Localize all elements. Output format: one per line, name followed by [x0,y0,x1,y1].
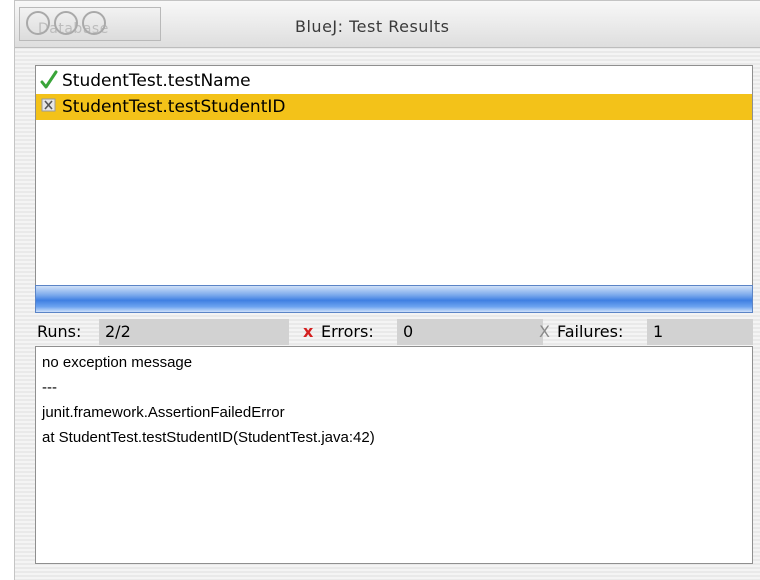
message-line: at StudentTest.testStudentID(StudentTest… [42,429,375,446]
test-row-testname[interactable]: StudentTest.testName [36,68,752,94]
errors-label: Errors: [321,322,374,341]
message-line: junit.framework.AssertionFailedError [42,404,285,421]
errors-count: 0 [403,322,414,341]
runs-label: Runs: [37,322,82,341]
failures-value: 1 [647,319,753,345]
test-name-label: StudentTest.testName [62,71,251,91]
close-icon[interactable] [26,11,50,35]
failure-x-icon [41,98,56,112]
errors-value: 0 [397,319,543,345]
test-name-label: StudentTest.testStudentID [62,97,286,117]
failures-count: 1 [653,322,664,341]
failure-icon: X [539,322,550,341]
test-list[interactable]: StudentTest.testName StudentTest.testStu… [35,65,753,313]
failure-message-pane[interactable]: no exception message --- junit.framework… [35,346,753,564]
title-bar[interactable]: Database BlueJ: Test Results [15,1,760,48]
window-title: BlueJ: Test Results [295,17,450,36]
minimize-icon[interactable] [54,11,78,35]
error-icon: x [303,322,314,341]
test-results-window: Database BlueJ: Test Results StudentTest… [14,0,760,580]
failures-label: Failures: [557,322,624,341]
message-line: --- [42,379,57,396]
test-row-teststudentid[interactable]: StudentTest.testStudentID [36,94,752,120]
runs-count: 2/2 [105,322,131,341]
stats-row: Runs: 2/2 x Errors: 0 X Failures: 1 [35,319,753,345]
window-controls: Database [19,7,161,41]
check-icon [40,70,58,89]
runs-value: 2/2 [99,319,289,345]
zoom-icon[interactable] [82,11,106,35]
test-progress-bar [35,285,753,313]
message-line: no exception message [42,354,193,371]
